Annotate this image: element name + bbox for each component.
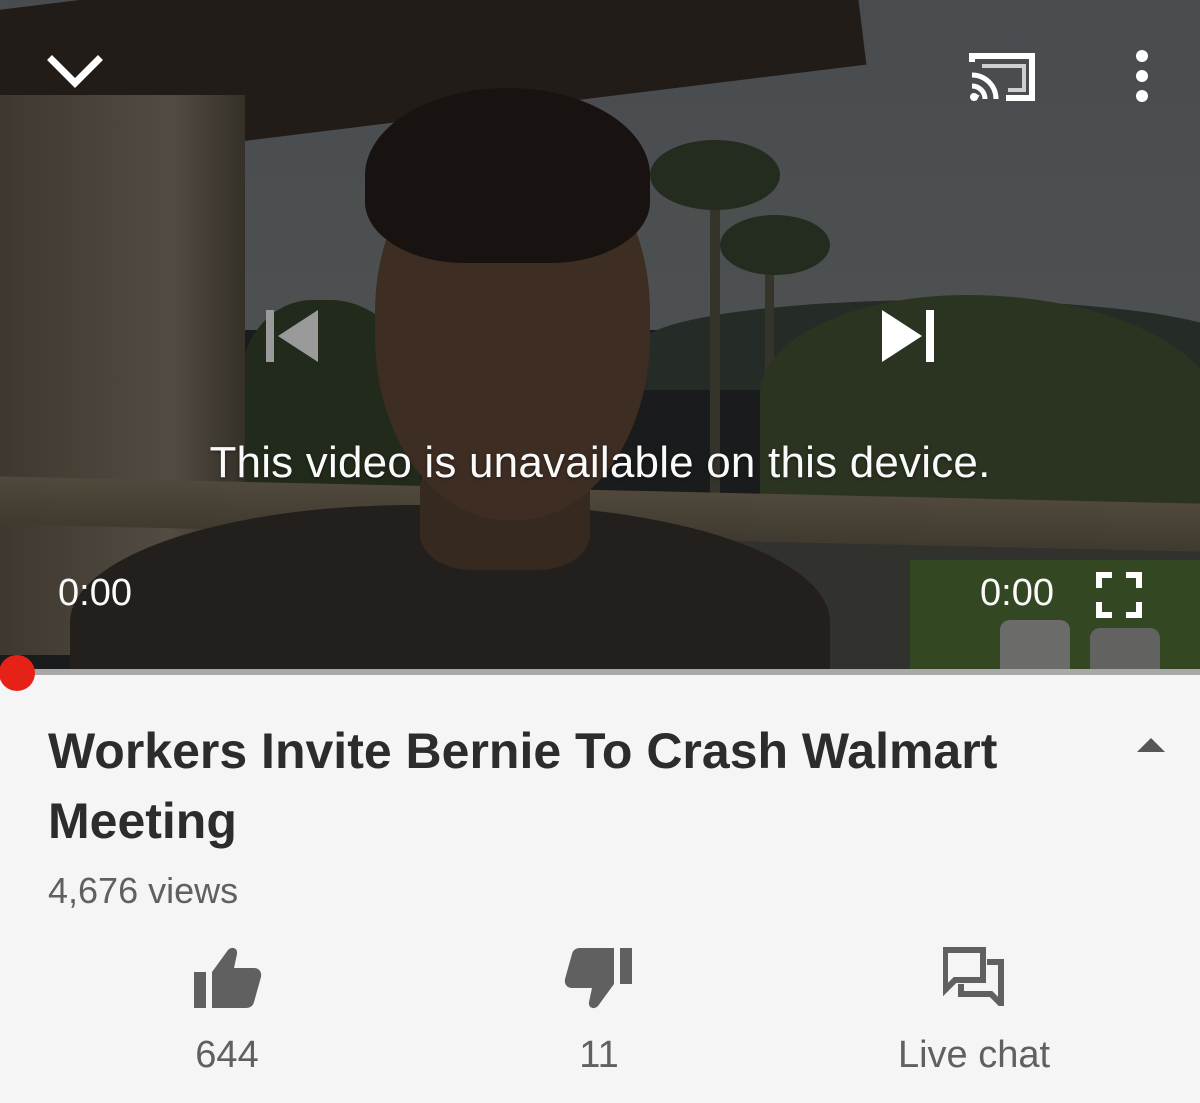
cast-icon[interactable]: [966, 48, 1038, 104]
live-chat-button[interactable]: Live chat: [854, 946, 1094, 1086]
like-button[interactable]: 644: [107, 946, 347, 1086]
chevron-down-icon[interactable]: [46, 50, 104, 94]
live-chat-label: Live chat: [897, 1034, 1051, 1076]
thumb-down-icon: [564, 946, 634, 1015]
duration: 0:00: [980, 572, 1054, 614]
dislike-count: 11: [579, 1034, 619, 1076]
progress-scrubber[interactable]: [0, 655, 35, 691]
skip-previous-icon[interactable]: [262, 306, 326, 366]
video-title: Workers Invite Bernie To Crash Walmart M…: [48, 723, 998, 849]
video-player[interactable]: This video is unavailable on this device…: [0, 0, 1200, 672]
chat-icon: [942, 946, 1005, 1012]
thumb-up-icon: [192, 946, 262, 1015]
unavailable-message: This video is unavailable on this device…: [209, 438, 991, 487]
fullscreen-icon[interactable]: [1094, 570, 1144, 620]
more-vert-icon[interactable]: [1124, 48, 1160, 104]
current-time: 0:00: [58, 572, 132, 614]
expand-description-icon[interactable]: [1128, 730, 1174, 758]
progress-bar[interactable]: [0, 669, 1200, 675]
dislike-button[interactable]: 11: [479, 946, 719, 1086]
view-count: 4,676 views: [48, 870, 239, 911]
like-count: 644: [195, 1034, 259, 1076]
skip-next-icon[interactable]: [876, 306, 940, 366]
